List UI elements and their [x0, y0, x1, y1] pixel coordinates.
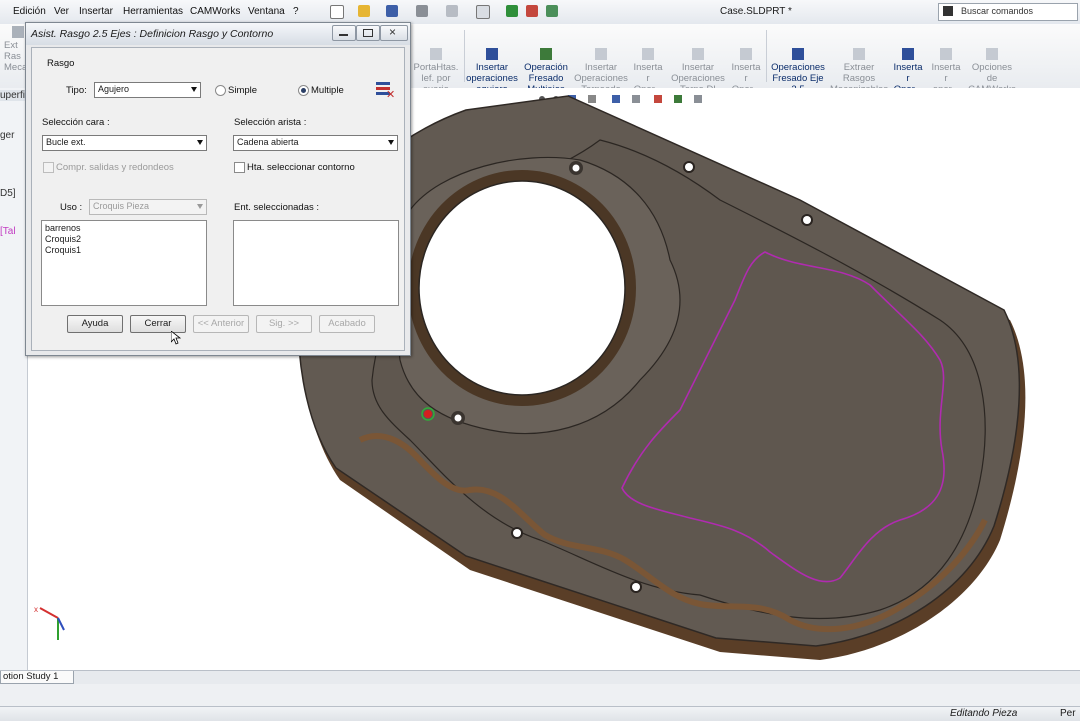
- hta-seleccionar-checkbox[interactable]: [234, 162, 245, 173]
- seleccion-arista-label: Selección arista :: [234, 117, 307, 128]
- svg-text:x: x: [34, 605, 38, 614]
- feature-manager-panel: uperfi ger D5] [Tal: [0, 88, 28, 670]
- maximize-button[interactable]: [356, 25, 380, 41]
- properties-icon[interactable]: [546, 5, 558, 17]
- tool-holder-icon: [430, 48, 442, 60]
- chevron-down-icon: [197, 204, 203, 209]
- operation-icon: [940, 48, 952, 60]
- print-icon[interactable]: [416, 5, 428, 17]
- list-item[interactable]: Croquis2: [45, 234, 81, 244]
- search-commands-input[interactable]: Buscar comandos: [938, 3, 1078, 21]
- rebuild-icon[interactable]: [506, 5, 518, 17]
- status-bar: Editando Pieza Per: [0, 706, 1080, 721]
- tab-motion-study[interactable]: otion Study 1: [0, 671, 74, 684]
- finish-button[interactable]: Acabado: [319, 315, 375, 333]
- through-hole: [418, 180, 626, 396]
- extract-features-icon: [853, 48, 865, 60]
- seleccion-cara-value: Bucle ext.: [46, 137, 86, 147]
- tipo-dropdown[interactable]: Agujero: [94, 82, 201, 98]
- radio-simple-label: Simple: [228, 85, 258, 96]
- menu-help[interactable]: ?: [293, 6, 299, 17]
- uso-value: Croquis Pieza: [93, 201, 150, 211]
- seleccion-arista-value: Cadena abierta: [237, 137, 299, 147]
- lathe-icon: [692, 48, 704, 60]
- radio-multiple[interactable]: [298, 85, 309, 96]
- group-label-rasgo: Rasgo: [47, 58, 75, 69]
- search-placeholder: Buscar comandos: [961, 6, 1034, 16]
- menu-ventana[interactable]: Ventana: [248, 6, 285, 17]
- gear-icon: [986, 48, 998, 60]
- radio-multiple-label: Multiple: [311, 85, 344, 96]
- menu-insertar[interactable]: Insertar: [79, 6, 113, 17]
- selected-entities-list[interactable]: [233, 220, 399, 306]
- menu-herramientas[interactable]: Herramientas: [123, 6, 183, 17]
- menu-ver[interactable]: Ver: [54, 6, 69, 17]
- feature-type-icon: ✕: [376, 80, 398, 101]
- panel-tab-partial[interactable]: uperfi: [0, 90, 27, 101]
- multiaxis-icon: [540, 48, 552, 60]
- axis-triad-icon: x: [34, 605, 65, 640]
- seleccion-arista-dropdown[interactable]: Cadena abierta: [233, 135, 398, 151]
- turning-icon: [595, 48, 607, 60]
- operation-icon: [902, 48, 914, 60]
- bottom-spacer: [0, 684, 1080, 706]
- radio-simple[interactable]: [215, 85, 226, 96]
- tree-item-partial[interactable]: D5]: [0, 188, 16, 199]
- feature-wizard-dialog: Asist. Rasgo 2.5 Ejes : Definicion Rasgo…: [25, 22, 411, 356]
- help-button[interactable]: Ayuda: [67, 315, 123, 333]
- tab-motion-study-label: otion Study 1: [3, 671, 59, 682]
- ribbon-separator: [464, 30, 465, 82]
- tree-item-partial[interactable]: ger: [0, 130, 14, 141]
- status-right-partial: Per: [1060, 708, 1076, 719]
- bottom-tab-bar: otion Study 1: [0, 670, 1080, 685]
- menu-edicion[interactable]: Edición: [13, 6, 46, 17]
- list-item[interactable]: Croquis1: [45, 245, 81, 255]
- list-item[interactable]: barrenos: [45, 223, 81, 233]
- chevron-down-icon: [197, 140, 203, 145]
- operation-icon: [642, 48, 654, 60]
- dialog-titlebar[interactable]: Asist. Rasgo 2.5 Ejes : Definicion Rasgo…: [26, 23, 410, 45]
- previous-button[interactable]: << Anterior: [193, 315, 249, 333]
- compr-salidas-checkbox[interactable]: [43, 162, 54, 173]
- selected-point: [424, 410, 432, 418]
- uso-label: Uso :: [60, 202, 83, 213]
- uso-sketch-list[interactable]: barrenos Croquis2 Croquis1: [41, 220, 207, 306]
- ent-seleccionadas-label: Ent. seleccionadas :: [234, 202, 320, 213]
- mill-2-5-axis-icon: [792, 48, 804, 60]
- hole-operation-icon: [486, 48, 498, 60]
- mouse-cursor-icon: [171, 331, 181, 345]
- dialog-body: Rasgo Tipo: Agujero Simple Multiple ✕ Se…: [31, 47, 405, 351]
- new-file-icon[interactable]: [330, 5, 344, 19]
- document-title: Case.SLDPRT *: [720, 6, 792, 17]
- minimize-icon: [339, 34, 348, 36]
- open-folder-icon[interactable]: [358, 5, 370, 17]
- options-icon[interactable]: [526, 5, 538, 17]
- extract-icon: [12, 26, 24, 38]
- chevron-down-icon: [191, 87, 197, 92]
- minimize-button[interactable]: [332, 25, 356, 41]
- seleccion-cara-dropdown[interactable]: Bucle ext.: [42, 135, 207, 151]
- next-button[interactable]: Sig. >>: [256, 315, 312, 333]
- seleccion-cara-label: Selección cara :: [42, 117, 110, 128]
- dialog-title: Asist. Rasgo 2.5 Ejes : Definicion Rasgo…: [31, 28, 274, 40]
- status-text: Editando Pieza: [950, 708, 1018, 719]
- undo-icon[interactable]: [446, 5, 458, 17]
- close-button[interactable]: ×: [380, 25, 408, 41]
- save-icon[interactable]: [386, 5, 398, 17]
- select-cursor-icon[interactable]: [476, 5, 490, 19]
- menu-camworks[interactable]: CAMWorks: [190, 6, 240, 17]
- search-command-icon: [943, 6, 953, 16]
- operation-icon: [740, 48, 752, 60]
- tipo-value: Agujero: [98, 84, 130, 94]
- chevron-down-icon: [388, 140, 394, 145]
- hta-seleccionar-label: Hta. seleccionar contorno: [247, 162, 355, 173]
- close-icon: ×: [389, 25, 397, 39]
- ribbon-separator: [766, 30, 767, 82]
- compr-salidas-label: Compr. salidas y redondeos: [56, 162, 174, 173]
- tipo-label: Tipo:: [66, 85, 87, 96]
- maximize-icon: [363, 29, 373, 37]
- tree-item-partial[interactable]: [Tal: [0, 226, 16, 237]
- uso-dropdown[interactable]: Croquis Pieza: [89, 199, 207, 215]
